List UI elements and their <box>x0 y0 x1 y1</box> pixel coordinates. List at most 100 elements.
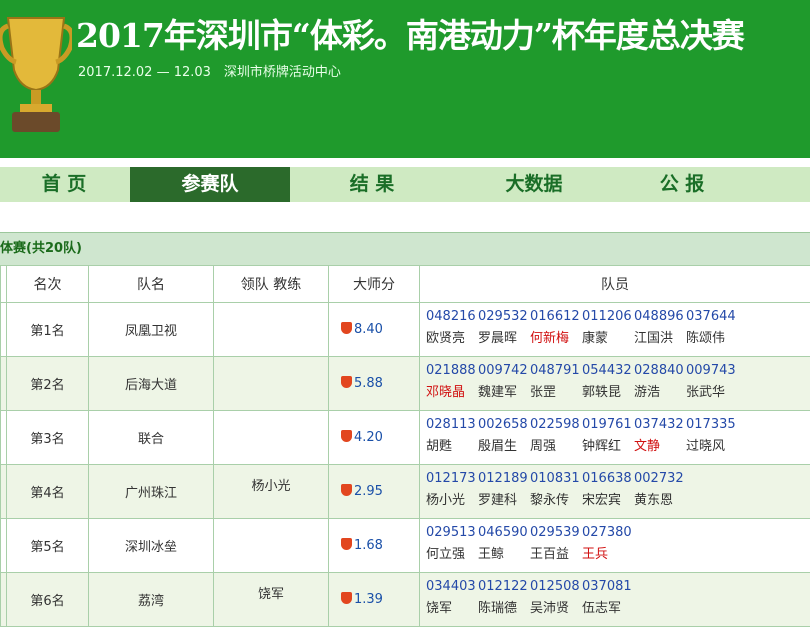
team-name[interactable]: 凤凰卫视 <box>88 302 214 357</box>
member-name: 陈瑞德 <box>478 601 518 616</box>
nav-bulletin[interactable]: 公 报 <box>616 167 748 202</box>
members-cell: 048216 029532 016612 011206 048896 037644 欧贤亮罗… <box>419 302 810 357</box>
member-id[interactable]: 021888 <box>426 360 478 382</box>
member-id[interactable]: 016612 <box>530 306 582 328</box>
member-id[interactable]: 028840 <box>634 360 686 382</box>
member-name: 王兵 <box>582 547 609 562</box>
member-id[interactable]: 029532 <box>478 306 530 328</box>
member-name: 江国洪 <box>634 331 674 346</box>
team-name[interactable]: 后海大道 <box>88 356 214 411</box>
member-name: 郭轶昆 <box>582 385 622 400</box>
member-id[interactable]: 002732 <box>634 468 686 490</box>
member-id[interactable]: 002658 <box>478 414 530 436</box>
master-points-value: 1.39 <box>354 592 383 607</box>
table-row: 第3名 联合 4.20 028113 002658 022598 019761 037432 0… <box>0 410 810 465</box>
member-id[interactable]: 037432 <box>634 414 686 436</box>
member-id[interactable]: 022598 <box>530 414 582 436</box>
member-name-list: 邓晓晶 魏建军 张罡 郭轶昆 游浩 张武华 <box>426 382 810 404</box>
table-header-row: 名次 队名 领队 教练 大师分 队员 <box>0 265 810 303</box>
staff-cell <box>213 356 329 411</box>
member-id[interactable]: 019761 <box>582 414 634 436</box>
member-name: 邓晓晶 <box>426 385 466 400</box>
member-id-list: 028113 002658 022598 019761 037432 017335 <box>426 414 810 436</box>
member-name: 游浩 <box>634 385 661 400</box>
section-title: 体赛(共20队) <box>0 232 810 265</box>
member-name: 杨小光 <box>426 493 466 508</box>
team-name[interactable]: 荔湾 <box>88 572 214 627</box>
member-name: 宋宏宾 <box>582 493 622 508</box>
team-name[interactable]: 深圳冰垒 <box>88 518 214 573</box>
team-name[interactable]: 联合 <box>88 410 214 465</box>
shield-icon <box>341 430 352 442</box>
member-id[interactable]: 011206 <box>582 306 634 328</box>
nav-teams[interactable]: 参赛队 <box>130 167 290 202</box>
member-name: 张武华 <box>686 385 726 400</box>
staff-cell <box>213 518 329 573</box>
member-id[interactable]: 037644 <box>686 306 738 328</box>
team-name[interactable]: 广州珠江 <box>88 464 214 519</box>
members-cell: 034403 012122 012508 037081 饶军 陈瑞德 吴沛贤 伍志军 <box>419 572 810 627</box>
teams-table: 名次 队名 领队 教练 大师分 队员 第1名 凤凰卫视 8.40 048216 0295… <box>0 265 810 627</box>
member-id-list: 012173 012189 010831 016638 002732 <box>426 468 810 490</box>
rank-cell: 第6名 <box>6 572 89 627</box>
rank-cell: 第3名 <box>6 410 89 465</box>
master-points-value: 8.40 <box>354 322 383 337</box>
member-id[interactable]: 048216 <box>426 306 478 328</box>
site-header: 2017年深圳市“体彩。南港动力”杯年度总决赛 2017.12.02 — 12.… <box>0 0 810 158</box>
member-name: 胡甦 <box>426 439 453 454</box>
nav-results[interactable]: 结 果 <box>292 167 452 202</box>
header-master-points: 大师分 <box>328 265 420 303</box>
member-id[interactable]: 012508 <box>530 576 582 598</box>
rank-cell: 第5名 <box>6 518 89 573</box>
master-points-cell: 4.20 <box>328 410 420 465</box>
member-id[interactable]: 029513 <box>426 522 478 544</box>
member-name: 伍志军 <box>582 601 622 616</box>
member-id[interactable]: 034403 <box>426 576 478 598</box>
rank-cell: 第1名 <box>6 302 89 357</box>
member-id[interactable]: 012122 <box>478 576 530 598</box>
staff-cell <box>213 302 329 357</box>
member-id[interactable]: 029539 <box>530 522 582 544</box>
member-id[interactable]: 048791 <box>530 360 582 382</box>
member-name: 钟辉红 <box>582 439 622 454</box>
member-id-list: 034403 012122 012508 037081 <box>426 576 810 598</box>
table-row: 第5名 深圳冰垒 1.68 029513 046590 029539 027380 何立强 王鲸… <box>0 518 810 573</box>
header-staff: 领队 教练 <box>213 265 329 303</box>
member-id[interactable]: 017335 <box>686 414 738 436</box>
member-id[interactable]: 012173 <box>426 468 478 490</box>
rank-cell: 第4名 <box>6 464 89 519</box>
shield-icon <box>341 538 352 550</box>
staff-cell: 饶军 <box>213 572 329 627</box>
staff-cell: 杨小光 <box>213 464 329 519</box>
member-id[interactable]: 027380 <box>582 522 634 544</box>
member-id[interactable]: 010831 <box>530 468 582 490</box>
member-name: 康蒙 <box>582 331 609 346</box>
member-id[interactable]: 046590 <box>478 522 530 544</box>
member-id-list: 048216 029532 016612 011206 048896 037644 <box>426 306 810 328</box>
table-row: 第6名 荔湾 饶军 1.39 034403 012122 012508 037081 饶军 陈瑞德… <box>0 572 810 627</box>
master-points-cell: 1.68 <box>328 518 420 573</box>
member-id[interactable]: 009742 <box>478 360 530 382</box>
member-id[interactable]: 048896 <box>634 306 686 328</box>
nav-home[interactable]: 首 页 <box>0 167 128 202</box>
master-points-value: 4.20 <box>354 430 383 445</box>
member-id[interactable]: 054432 <box>582 360 634 382</box>
nav-big-data[interactable]: 大数据 <box>454 167 614 202</box>
member-id[interactable]: 016638 <box>582 468 634 490</box>
member-name: 王百益 <box>530 547 570 562</box>
members-cell: 028113 002658 022598 019761 037432 017335 胡甦 殷眉… <box>419 410 810 465</box>
member-id[interactable]: 028113 <box>426 414 478 436</box>
member-name: 周强 <box>530 439 557 454</box>
header-team: 队名 <box>88 265 214 303</box>
member-id[interactable]: 037081 <box>582 576 634 598</box>
page-title: 2017年深圳市“体彩。南港动力”杯年度总决赛 <box>76 16 745 55</box>
member-id[interactable]: 009743 <box>686 360 738 382</box>
member-id[interactable]: 012189 <box>478 468 530 490</box>
header-members: 队员 <box>419 265 810 303</box>
member-name-list: 杨小光 罗建科 黎永传 宋宏宾 黄东恩 <box>426 490 810 512</box>
member-name: 张罡 <box>530 385 557 400</box>
event-date-venue: 2017.12.02 — 12.03 深圳市桥牌活动中心 <box>78 65 341 80</box>
master-points-value: 1.68 <box>354 538 383 553</box>
member-id-list: 021888 009742 048791 054432 028840 009743 <box>426 360 810 382</box>
header-rank: 名次 <box>6 265 89 303</box>
